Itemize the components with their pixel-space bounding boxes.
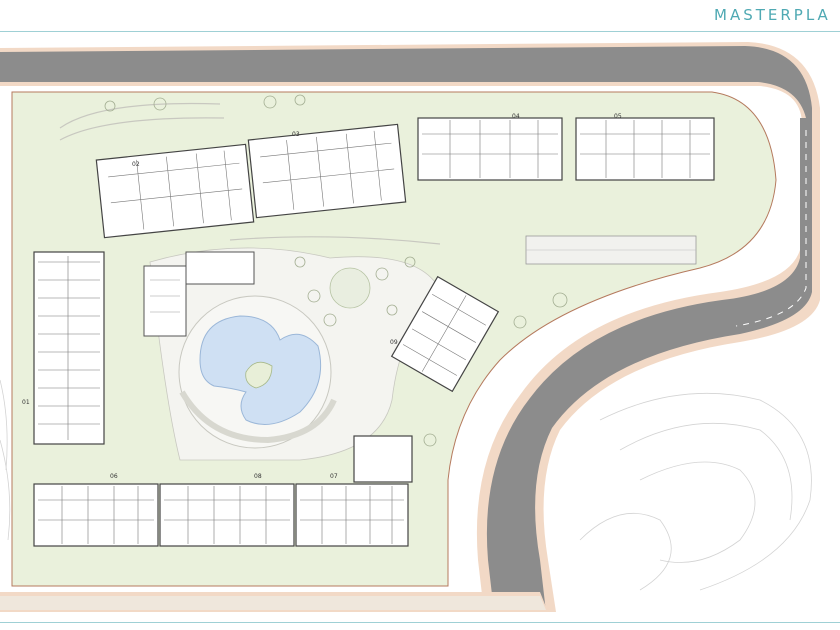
- block-label-03: 03: [292, 131, 300, 138]
- building-block-03: 03: [247, 123, 407, 219]
- footer-divider: [0, 622, 840, 623]
- block-label-08: 08: [254, 473, 262, 480]
- building-block-05: 05: [575, 113, 715, 181]
- block-label-01: 01: [22, 399, 30, 406]
- page-title: MASTERPLA: [714, 6, 831, 24]
- block-07-wing: [353, 435, 413, 483]
- block-label-04: 04: [512, 113, 520, 120]
- building-block-02: 02: [95, 143, 255, 239]
- block-label-06: 06: [110, 473, 118, 480]
- south-road: [0, 592, 548, 612]
- masterplan-map: 01 02 03 04 05 06 07 08 09: [0, 42, 820, 612]
- block-label-05: 05: [614, 113, 622, 120]
- parking-area: [525, 235, 697, 265]
- building-block-01: 01: [22, 251, 105, 445]
- building-block-08: 08: [159, 473, 295, 547]
- building-block-04: 04: [417, 113, 563, 181]
- header-divider: [0, 31, 840, 32]
- block-label-09: 09: [390, 339, 398, 346]
- block-label-07: 07: [330, 473, 338, 480]
- building-block-07: 07: [295, 473, 409, 547]
- block-label-02: 02: [132, 161, 140, 168]
- building-block-06: 06: [33, 473, 159, 547]
